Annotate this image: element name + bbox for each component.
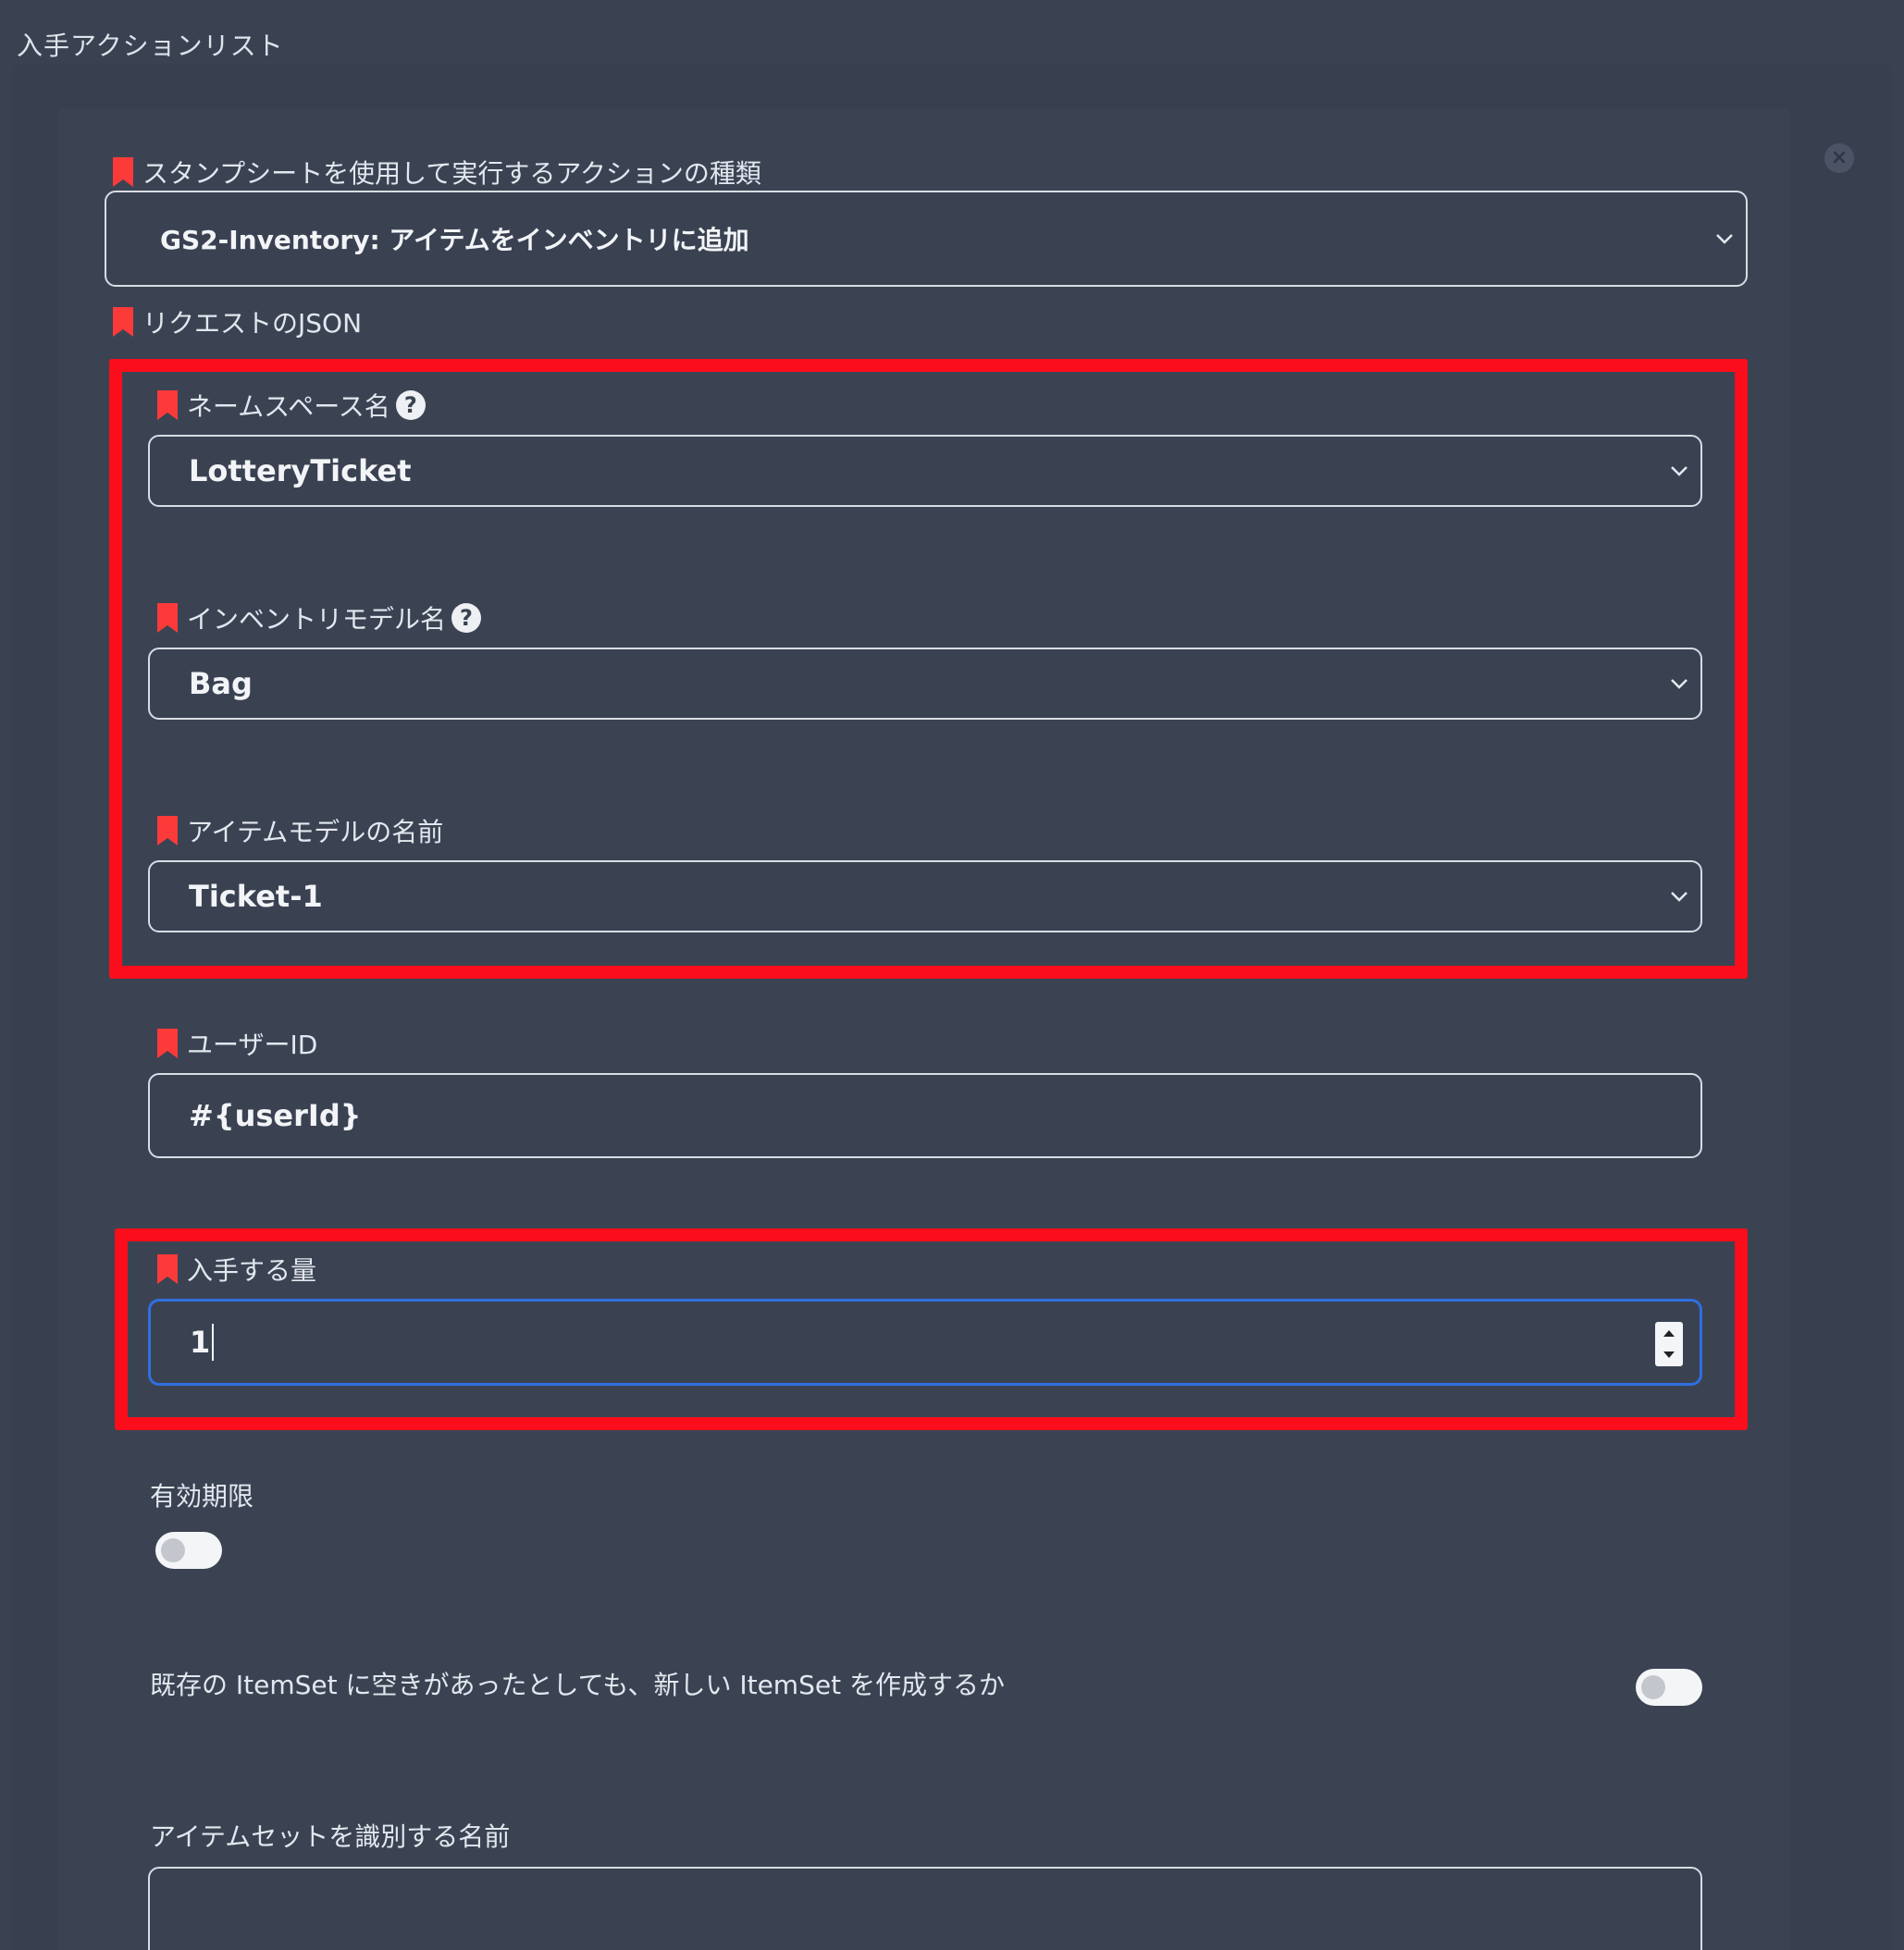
expires-label: 有効期限	[150, 1481, 254, 1512]
create-new-item-set-label: 既存の ItemSet に空きがあったとしても、新しい ItemSet を作成す…	[150, 1670, 1005, 1700]
item-model-select[interactable]: Ticket-1	[148, 860, 1702, 932]
inventory-model-select[interactable]: Bag	[148, 648, 1702, 720]
item-model-label-text: アイテムモデルの名前	[187, 817, 444, 847]
action-type-label: スタンプシートを使用して実行するアクションの種類	[113, 154, 761, 191]
namespace-label-text: ネームスペース名	[187, 391, 390, 422]
namespace-select-value: LotteryTicket	[189, 453, 412, 488]
user-id-input[interactable]: #{userId}	[148, 1073, 1702, 1158]
page-title: 入手アクションリスト	[17, 31, 284, 61]
required-marker-icon	[157, 603, 178, 633]
required-marker-icon	[157, 1254, 178, 1284]
required-marker-icon	[157, 1029, 178, 1058]
action-type-select-value: GS2-Inventory: アイテムをインベントリに追加	[160, 225, 749, 255]
request-json-label: リクエストのJSON	[113, 303, 362, 340]
item-set-name-input[interactable]	[148, 1867, 1702, 1950]
item-set-name-label: アイテムセットを識別する名前	[150, 1821, 511, 1852]
chevron-down-icon	[1669, 673, 1689, 694]
action-type-select[interactable]: GS2-Inventory: アイテムをインベントリに追加	[105, 191, 1748, 287]
acquire-count-input-value: 1	[190, 1325, 211, 1360]
help-icon[interactable]: ?	[395, 390, 426, 420]
text-caret	[212, 1324, 215, 1361]
acquire-count-input[interactable]: 1	[148, 1299, 1702, 1386]
close-icon[interactable]: ×	[1824, 143, 1854, 173]
acquire-count-label-text: 入手する量	[187, 1255, 317, 1286]
namespace-select[interactable]: LotteryTicket	[148, 435, 1702, 507]
action-type-label-text: スタンプシートを使用して実行するアクションの種類	[142, 158, 761, 189]
user-id-label-text: ユーザーID	[187, 1030, 318, 1060]
required-marker-icon	[157, 390, 178, 420]
item-model-label: アイテムモデルの名前	[157, 812, 443, 849]
user-id-input-value: #{userId}	[189, 1098, 362, 1133]
expires-toggle[interactable]	[155, 1532, 222, 1569]
inventory-model-label: インベントリモデル名 ?	[157, 599, 482, 636]
inventory-model-label-text: インベントリモデル名	[187, 604, 447, 635]
page: 入手アクションリスト × スタンプシートを使用して実行するアクションの種類 GS…	[0, 0, 1904, 1950]
number-stepper[interactable]	[1655, 1322, 1683, 1366]
user-id-label: ユーザーID	[157, 1025, 317, 1062]
acquire-count-label: 入手する量	[157, 1251, 316, 1288]
toggle-knob	[161, 1538, 185, 1562]
item-model-select-value: Ticket-1	[189, 879, 323, 914]
required-marker-icon	[157, 816, 178, 845]
chevron-down-icon	[1669, 461, 1689, 481]
required-marker-icon	[113, 157, 133, 187]
namespace-label: ネームスペース名 ?	[157, 387, 426, 424]
chevron-down-icon	[1714, 228, 1735, 249]
stepper-up-icon[interactable]	[1663, 1328, 1675, 1338]
help-icon[interactable]: ?	[451, 603, 482, 633]
toggle-knob	[1641, 1675, 1665, 1699]
stepper-down-icon[interactable]	[1663, 1351, 1675, 1360]
inventory-model-select-value: Bag	[189, 666, 253, 701]
request-json-label-text: リクエストのJSON	[142, 308, 363, 339]
create-new-item-set-toggle[interactable]	[1636, 1669, 1702, 1706]
required-marker-icon	[113, 307, 133, 337]
chevron-down-icon	[1669, 886, 1689, 907]
